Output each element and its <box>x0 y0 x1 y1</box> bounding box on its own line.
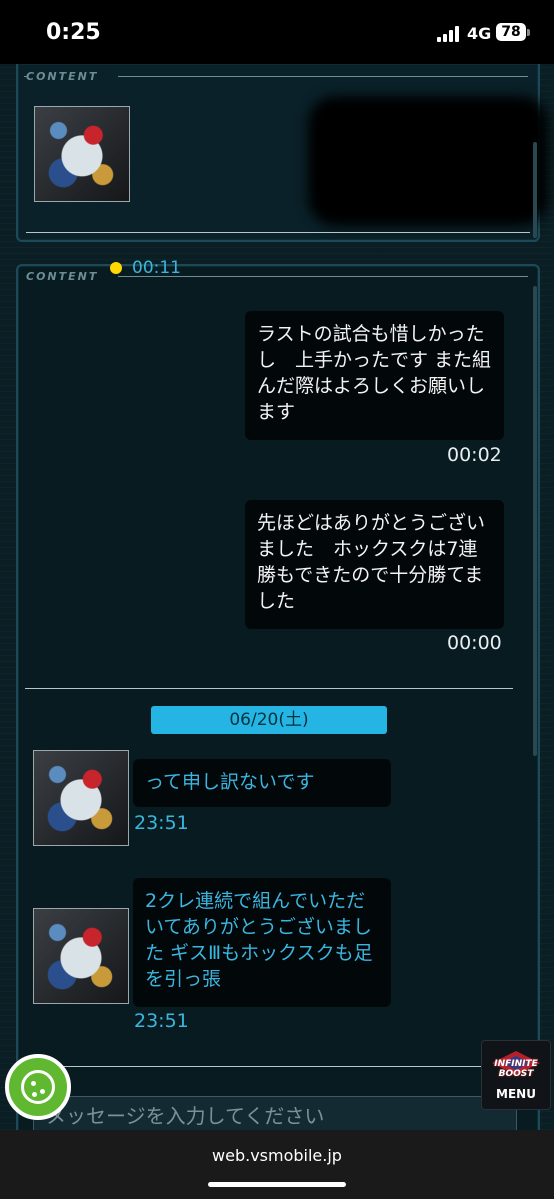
scrollbar[interactable] <box>533 142 537 238</box>
cellular-signal-icon <box>437 26 463 42</box>
partner-avatar[interactable] <box>34 106 130 202</box>
message-bubble-in: って申し訳ないです <box>133 759 391 807</box>
partner-avatar[interactable] <box>33 908 129 1004</box>
partial-timestamp: 00:11 <box>132 258 181 278</box>
message-input-box[interactable] <box>33 1096 517 1130</box>
message-bubble-out: ラストの試合も惜しかったし 上手かったです また組んだ際はよろしくお願いします <box>245 311 504 440</box>
status-bar: 0:25 4G 78 <box>0 0 554 64</box>
partner-avatar[interactable] <box>33 750 129 846</box>
content-label: CONTENT <box>26 70 99 83</box>
menu-logo-text: INFINITE BOOST <box>494 1059 538 1079</box>
input-divider <box>33 1066 517 1067</box>
network-type: 4G <box>467 24 492 43</box>
status-time: 0:25 <box>46 20 101 45</box>
battery-icon: 78 <box>496 23 526 41</box>
content-line <box>118 76 528 77</box>
message-bubble-in: 2クレ連続で組んでいただいてありがとうございました ギスⅢもホックスクも足を引っ… <box>133 878 391 1007</box>
message-time: 00:00 <box>447 632 502 654</box>
message-time: 00:02 <box>447 444 502 466</box>
menu-label: MENU <box>496 1087 536 1101</box>
date-divider <box>25 688 513 689</box>
content-label-2: CONTENT <box>26 270 99 283</box>
app-content: CONTENT CONTENT 00:11 ラストの試合も惜しかったし 上手かっ… <box>0 64 554 1130</box>
date-separator: 06/20(土) <box>151 706 387 734</box>
divider <box>26 232 530 233</box>
browser-bar: web.vsmobile.jp <box>0 1130 554 1199</box>
menu-button[interactable]: INFINITE BOOST MENU <box>481 1040 551 1110</box>
home-indicator[interactable] <box>208 1182 346 1187</box>
message-bubble-out: 先ほどはありがとうございました ホックスクは7連勝もできたので十分勝てました <box>245 500 504 629</box>
message-input[interactable] <box>34 1097 516 1130</box>
cookie-shape <box>21 1070 55 1104</box>
url-label[interactable]: web.vsmobile.jp <box>0 1146 554 1165</box>
cookie-icon[interactable] <box>5 1054 71 1120</box>
redacted-area <box>308 96 548 226</box>
profile-panel: CONTENT <box>16 64 548 242</box>
message-time: 23:51 <box>134 812 189 834</box>
chat-scrollbar[interactable] <box>533 286 537 756</box>
online-status-icon <box>110 262 122 274</box>
message-time: 23:51 <box>134 1010 189 1032</box>
battery-tip <box>527 29 530 36</box>
